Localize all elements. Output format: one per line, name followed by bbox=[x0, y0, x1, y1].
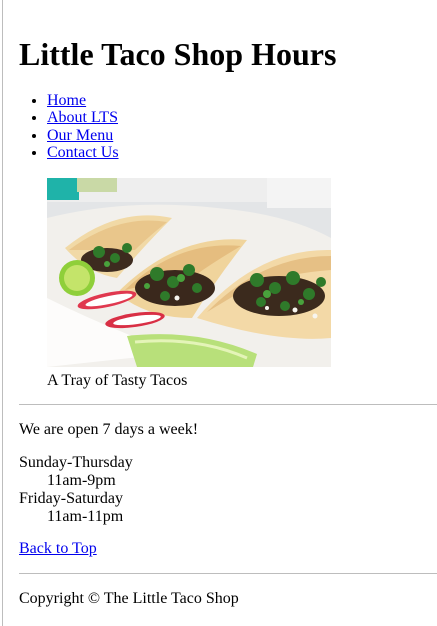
hours-time: 11am-9pm bbox=[47, 472, 116, 489]
nav-link-home[interactable]: Home bbox=[47, 92, 86, 109]
nav-item-home: Home bbox=[47, 92, 119, 109]
photo-caption: A Tray of Tasty Tacos bbox=[47, 372, 188, 389]
hours-time: 11am-11pm bbox=[47, 508, 124, 525]
open-days-text: We are open 7 days a week! bbox=[19, 421, 199, 438]
page-title: Little Taco Shop Hours bbox=[19, 36, 337, 72]
back-to-top-link[interactable]: Back to Top bbox=[19, 540, 97, 557]
left-border-divider bbox=[2, 0, 3, 626]
section-divider bbox=[19, 404, 437, 405]
nav-item-menu: Our Menu bbox=[47, 127, 119, 144]
back-to-top-paragraph: Back to Top bbox=[19, 539, 97, 558]
footer-divider bbox=[19, 573, 437, 574]
nav-link-contact[interactable]: Contact Us bbox=[47, 144, 119, 161]
main-navigation: Home About LTS Our Menu Contact Us bbox=[19, 92, 119, 162]
hours-list: Sunday-Thursday 11am-9pm Friday-Saturday… bbox=[19, 454, 133, 526]
hero-figure: A Tray of Tasty Tacos bbox=[47, 178, 331, 390]
nav-link-about[interactable]: About LTS bbox=[47, 109, 118, 126]
nav-link-menu[interactable]: Our Menu bbox=[47, 127, 113, 144]
nav-item-about: About LTS bbox=[47, 109, 119, 126]
taco-photo bbox=[47, 178, 331, 367]
hours-days: Sunday-Thursday bbox=[19, 454, 133, 471]
footer-copyright: Copyright © The Little Taco Shop bbox=[19, 590, 239, 607]
nav-item-contact: Contact Us bbox=[47, 144, 119, 161]
hours-days: Friday-Saturday bbox=[19, 490, 123, 507]
